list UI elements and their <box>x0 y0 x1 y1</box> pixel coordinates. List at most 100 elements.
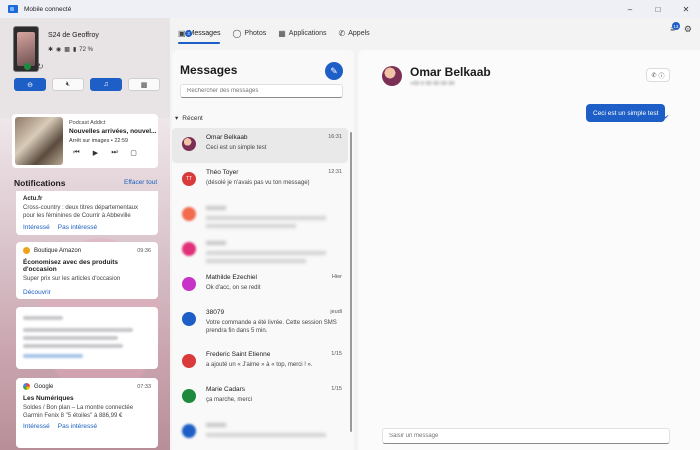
redacted-preview <box>206 433 326 437</box>
redacted-name <box>206 206 226 210</box>
conversation-item[interactable]: 38079 jeudi Votre commande a été livrée.… <box>172 303 348 345</box>
tab-calls[interactable]: ✆ Appels <box>333 22 376 44</box>
conversation-item[interactable]: Omar Belkaab 16:31 Ceci est un simple te… <box>172 128 348 163</box>
media-title: Nouvelles arrivées, nouvel... <box>69 128 157 135</box>
phone-name: S24 de Geoffroy <box>48 32 99 39</box>
notification-body: Super prix sur les articles d'occasion <box>23 276 121 282</box>
phone-actions: ↻ <box>24 62 44 71</box>
redacted-line <box>23 328 133 332</box>
redacted-name <box>206 241 226 245</box>
info-icon: ⓘ <box>658 73 665 80</box>
redacted-line <box>23 336 118 340</box>
conversation-item[interactable]: Marie Cadars 1/15 ça marche, merci <box>172 380 348 415</box>
new-message-button[interactable]: ✎ <box>325 62 343 80</box>
not-interested-link[interactable]: Pas intéressé <box>58 224 97 231</box>
notifications-badge: 13 <box>671 22 680 30</box>
tab-messages[interactable]: ▣ 3 Messages <box>172 22 226 44</box>
nav-right: ≡ 13 ⚙ <box>670 22 692 35</box>
notification-time: 09:36 <box>137 248 151 254</box>
photo-icon: ◯ <box>232 28 242 38</box>
audio-button[interactable]: ♫ <box>90 78 122 91</box>
interested-link[interactable]: Intéressé <box>23 423 50 430</box>
search-input[interactable] <box>180 84 343 98</box>
vibrate-icon: ▩ <box>140 81 148 89</box>
tab-applications[interactable]: ▦ Applications <box>272 22 332 44</box>
notifications-icon[interactable]: ≡ 13 <box>670 22 680 34</box>
clear-all-link[interactable]: Effacer tout <box>124 179 157 186</box>
compose-icon: ✎ <box>330 65 338 76</box>
window-title: Mobile connecté <box>24 5 72 13</box>
tab-photos[interactable]: ◯ Photos <box>226 22 272 44</box>
tab-label: Appels <box>348 29 370 37</box>
notification-card-redacted[interactable] <box>16 307 158 369</box>
tab-label: Messages <box>188 29 221 37</box>
conversation-name: Omar Belkaab <box>206 134 248 141</box>
battery-icon: ▮ <box>72 47 77 53</box>
conversation-item[interactable]: Frederic Saint Etienne 1/15 a ajouté un … <box>172 345 348 380</box>
sync-icon[interactable]: ↻ <box>37 62 44 71</box>
mute-icon: 🔇︎ <box>65 80 71 88</box>
previous-icon[interactable]: ⏮︎ <box>72 149 81 157</box>
notification-app: Actu.fr <box>23 196 43 202</box>
gear-icon[interactable]: ⚙ <box>684 24 692 35</box>
messages-panel: Messages ✎ ▾ Récent Omar Belkaab 16:31 C… <box>172 50 354 450</box>
conversation-preview: (désolé je n'avais pas vu ton message) <box>206 180 310 186</box>
avatar <box>182 207 196 221</box>
conversation-time: 1/15 <box>331 386 342 392</box>
conversation-item[interactable]: TT Théo Toyer 12:31 (désolé je n'avais p… <box>172 163 348 198</box>
conversation-time: 16:31 <box>328 134 342 140</box>
quick-actions: ⊖ 🔇︎ ♫ ▩ <box>14 78 160 91</box>
left-pane: S24 de Geoffroy ✱ ◉ ▩ ▮ 72 % ↻ ⊖ 🔇︎ ♫ ▩ … <box>0 18 170 450</box>
tab-label: Photos <box>244 29 267 37</box>
vibrate-button[interactable]: ▩ <box>128 78 160 91</box>
conversation-item-redacted[interactable] <box>172 233 348 268</box>
conversation-item-redacted[interactable] <box>172 415 348 450</box>
conversation-time: 12:31 <box>328 169 342 175</box>
minimize-button[interactable]: – <box>616 0 644 18</box>
bluetooth-icon: ✱ <box>48 47 54 53</box>
notification-card[interactable]: Boutique Amazon 09:36 Économisez avec de… <box>16 242 158 299</box>
interested-link[interactable]: Intéressé <box>23 224 50 231</box>
do-not-disturb-button[interactable]: ⊖ <box>14 78 46 91</box>
notification-title: Économisez avec des produits d'occasion <box>23 259 119 273</box>
next-icon[interactable]: ⏭︎ <box>110 149 119 157</box>
notification-app: Boutique Amazon <box>34 247 82 254</box>
notification-time: 07:33 <box>137 384 151 390</box>
notification-body: Cross-country : deux titres départementa… <box>23 205 139 219</box>
message-input[interactable] <box>382 428 670 444</box>
discover-link[interactable]: Découvrir <box>23 289 51 296</box>
notification-card[interactable]: Google 07:33 Les Numériques Soldes / Bon… <box>16 378 158 448</box>
conversation-name: 38079 <box>206 309 225 316</box>
contact-avatar <box>382 66 402 86</box>
avatar: TT <box>182 172 196 186</box>
conversation-item[interactable]: Mathilde Ezechiel Hier Ok d'acc, on se r… <box>172 268 348 303</box>
maximize-button[interactable]: □ <box>644 0 672 18</box>
music-icon: ♫ <box>103 81 109 88</box>
mute-button[interactable]: 🔇︎ <box>52 78 84 91</box>
signal-icon: ▩ <box>64 47 70 53</box>
avatar <box>182 312 196 326</box>
sent-message-bubble[interactable]: Ceci est un simple test <box>586 104 666 122</box>
messages-badge: 3 <box>185 29 192 37</box>
scrollbar[interactable] <box>350 132 352 432</box>
not-interested-link[interactable]: Pas intéressé <box>58 423 97 430</box>
cast-icon[interactable]: ▢ <box>129 149 138 157</box>
tab-label: Applications <box>288 29 327 37</box>
media-player: Podcast Addict Nouvelles arrivées, nouve… <box>12 114 158 168</box>
avatar <box>182 242 196 256</box>
call-button[interactable]: ✆ ⓘ <box>646 68 670 82</box>
close-button[interactable]: ✕ <box>672 0 700 18</box>
message-icon: ▣ 3 <box>178 29 192 38</box>
top-nav: ▣ 3 Messages ◯ Photos ▦ Applications ✆ Ap… <box>170 18 700 44</box>
conversation-name: Mathilde Ezechiel <box>206 274 257 281</box>
redacted-preview <box>206 216 326 220</box>
notification-card[interactable]: Actu.fr Cross-country : deux titres dépa… <box>16 191 158 235</box>
conversation-time: Hier <box>331 274 342 280</box>
conversation-item-redacted[interactable] <box>172 198 348 233</box>
conversation-name: Théo Toyer <box>206 169 239 176</box>
podcast-artwork <box>15 117 63 165</box>
play-icon[interactable]: ▶︎ <box>91 149 100 157</box>
notifications-heading: Notifications <box>14 178 66 188</box>
recent-section[interactable]: ▾ Récent <box>175 114 203 123</box>
conversation-preview: Ok d'acc, on se redit <box>206 285 261 291</box>
